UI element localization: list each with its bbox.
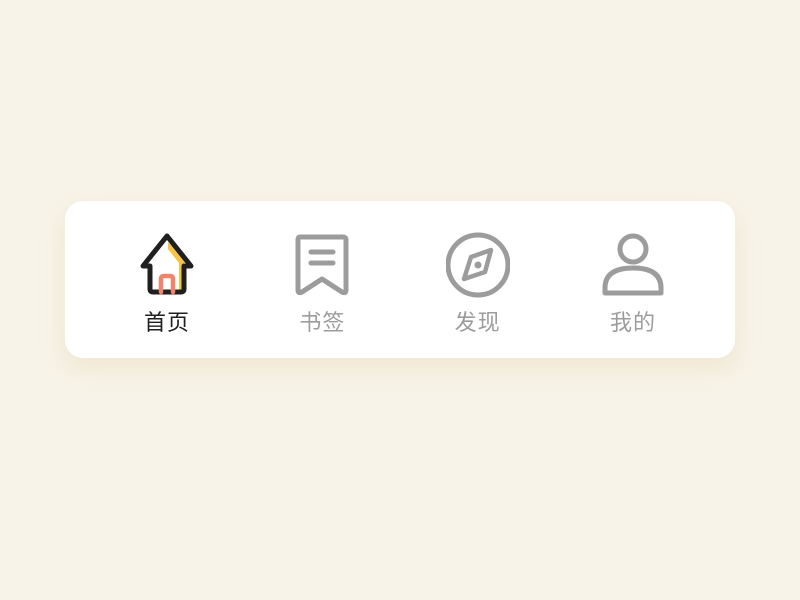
bookmark-icon	[290, 232, 354, 298]
tab-bookmarks-label: 书签	[299, 311, 346, 336]
tab-bookmarks[interactable]: 书签	[290, 201, 354, 338]
home-icon	[135, 232, 199, 298]
bottom-tab-bar: 首页 书签 发现 我的	[65, 201, 735, 358]
tab-discover-label: 发现	[454, 311, 501, 336]
tab-home[interactable]: 首页	[135, 201, 199, 338]
tab-home-label: 首页	[143, 311, 190, 336]
tab-profile-label: 我的	[609, 311, 656, 336]
compass-icon	[445, 232, 510, 298]
tab-discover[interactable]: 发现	[445, 201, 510, 338]
user-icon	[601, 232, 665, 298]
tab-profile[interactable]: 我的	[601, 201, 665, 338]
